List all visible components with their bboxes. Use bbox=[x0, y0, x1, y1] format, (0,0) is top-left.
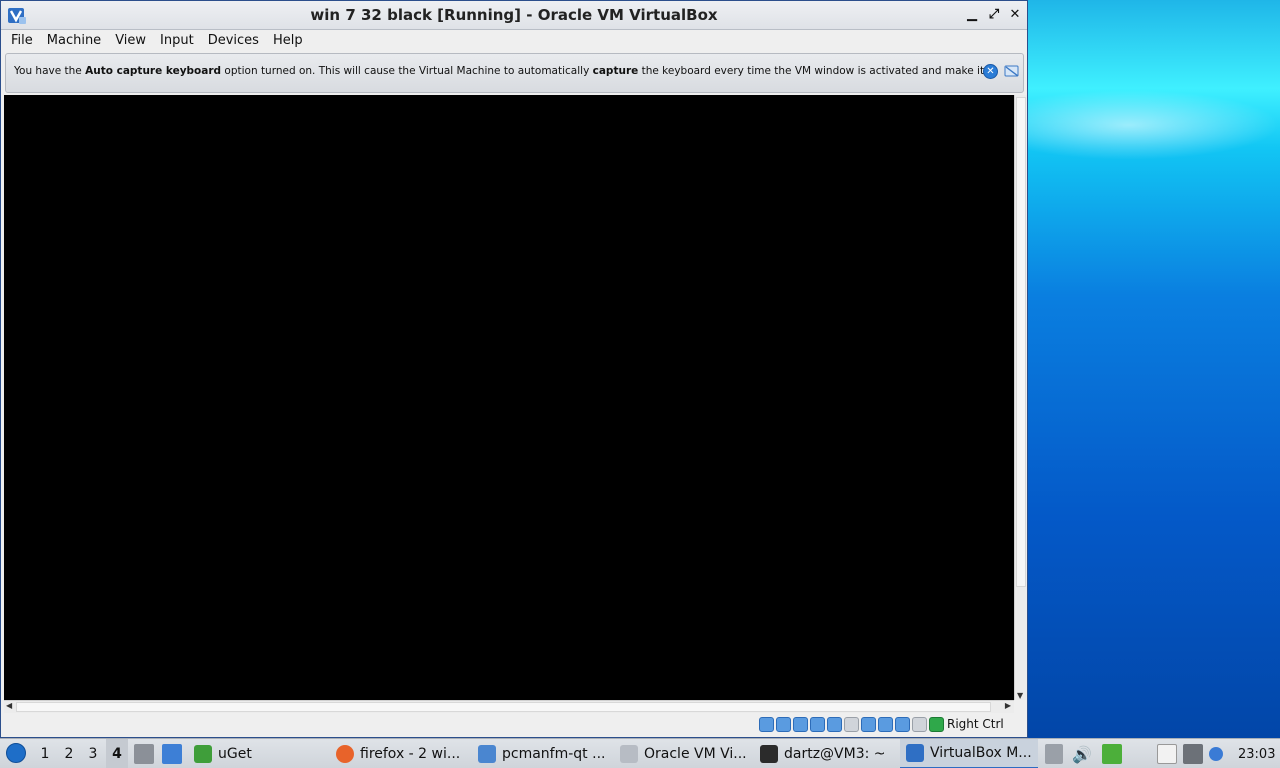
uget-tray-icon[interactable] bbox=[1102, 744, 1122, 764]
desktop-1[interactable]: 1 bbox=[34, 739, 56, 768]
show-desktop-icon[interactable] bbox=[134, 744, 154, 764]
notice-text: You have the Auto capture keyboard optio… bbox=[14, 65, 984, 77]
task-firefox[interactable]: firefox - 2 wi... bbox=[336, 739, 460, 768]
virtualbox-icon bbox=[620, 745, 638, 763]
scroll-down-arrow-icon[interactable]: ▼ bbox=[1017, 691, 1023, 700]
horizontal-scrollbar[interactable]: ◀ ▶ bbox=[4, 700, 1014, 713]
notice-dont-show-icon[interactable] bbox=[1004, 65, 1020, 78]
task-label: VirtualBox M... bbox=[930, 745, 1032, 761]
desktop-wallpaper bbox=[1028, 0, 1280, 738]
menu-view[interactable]: View bbox=[108, 33, 153, 48]
volume-icon[interactable]: 🔊 bbox=[1072, 739, 1092, 768]
taskbar: 1 2 3 4 uGet firefox - 2 wi... pcmanfm-q… bbox=[0, 738, 1280, 768]
notice-middle: option turned on. This will cause the Vi… bbox=[221, 65, 593, 77]
task-oracle-vm[interactable]: Oracle VM Vi... bbox=[620, 739, 747, 768]
vertical-scroll-thumb[interactable] bbox=[1016, 97, 1026, 587]
desktop-2[interactable]: 2 bbox=[58, 739, 80, 768]
clock[interactable]: 23:03 bbox=[1238, 739, 1275, 768]
usb-icon[interactable] bbox=[827, 717, 842, 732]
notice-suffix: the keyboard every time the VM window is… bbox=[638, 65, 985, 77]
task-label: pcmanfm-qt ... bbox=[502, 746, 606, 762]
hard-disk-icon[interactable] bbox=[759, 717, 774, 732]
maximize-button[interactable]: ⤢ bbox=[986, 7, 1002, 23]
desktop-4[interactable]: 4 bbox=[106, 739, 128, 768]
clipboard-icon[interactable] bbox=[1157, 744, 1177, 764]
task-label: Oracle VM Vi... bbox=[644, 746, 747, 762]
horizontal-scroll-thumb[interactable] bbox=[16, 702, 991, 712]
minimize-button[interactable]: ▁ bbox=[964, 7, 980, 23]
host-key-label: Right Ctrl bbox=[947, 717, 1004, 731]
notice-close-icon[interactable]: ✕ bbox=[983, 64, 998, 79]
auto-capture-notice: You have the Auto capture keyboard optio… bbox=[5, 53, 1024, 93]
task-label: dartz@VM3: ~ bbox=[784, 746, 886, 762]
vertical-scrollbar[interactable]: ▼ bbox=[1014, 95, 1027, 700]
start-menu-icon[interactable] bbox=[6, 743, 26, 763]
title-bar[interactable]: win 7 32 black [Running] - Oracle VM Vir… bbox=[1, 1, 1027, 30]
task-terminal[interactable]: dartz@VM3: ~ bbox=[760, 739, 886, 768]
notice-capture: capture bbox=[592, 65, 639, 77]
task-pcmanfm[interactable]: pcmanfm-qt ... bbox=[478, 739, 605, 768]
uget-icon bbox=[194, 745, 212, 763]
menu-devices[interactable]: Devices bbox=[201, 33, 266, 48]
scroll-left-arrow-icon[interactable]: ◀ bbox=[6, 701, 12, 710]
menu-help[interactable]: Help bbox=[266, 33, 310, 48]
menu-input[interactable]: Input bbox=[153, 33, 201, 48]
close-button[interactable]: ✕ bbox=[1007, 7, 1023, 23]
folder-icon bbox=[478, 745, 496, 763]
menu-file[interactable]: File bbox=[1, 33, 40, 48]
notice-prefix: You have the bbox=[14, 65, 86, 77]
network-icon[interactable] bbox=[810, 717, 825, 732]
vm-status-bar: Right Ctrl bbox=[1, 713, 1027, 737]
terminal-icon bbox=[760, 745, 778, 763]
file-manager-launcher-icon[interactable] bbox=[162, 744, 182, 764]
virtualbox-window: win 7 32 black [Running] - Oracle VM Vir… bbox=[0, 0, 1028, 738]
host-key-icon[interactable] bbox=[929, 717, 944, 732]
firefox-icon bbox=[336, 745, 354, 763]
vm-display[interactable] bbox=[4, 95, 1014, 700]
menu-machine[interactable]: Machine bbox=[40, 33, 108, 48]
mouse-integration-icon[interactable] bbox=[895, 717, 910, 732]
menu-bar: File Machine View Input Devices Help bbox=[1, 30, 1027, 51]
display-icon[interactable] bbox=[861, 717, 876, 732]
scroll-right-arrow-icon[interactable]: ▶ bbox=[1005, 701, 1011, 710]
task-uget[interactable]: uGet bbox=[194, 739, 252, 768]
shared-folders-icon[interactable] bbox=[844, 717, 859, 732]
virtualbox-icon bbox=[906, 744, 924, 762]
notice-auto-capture: Auto capture keyboard bbox=[85, 65, 222, 77]
network-tray-icon[interactable] bbox=[1183, 744, 1203, 764]
update-notification-icon[interactable] bbox=[1209, 747, 1223, 761]
desktop-3[interactable]: 3 bbox=[82, 739, 104, 768]
task-label: firefox - 2 wi... bbox=[360, 746, 461, 762]
video-capture-icon[interactable] bbox=[878, 717, 893, 732]
audio-icon[interactable] bbox=[793, 717, 808, 732]
optical-drive-icon[interactable] bbox=[776, 717, 791, 732]
keyboard-icon[interactable] bbox=[912, 717, 927, 732]
tray-toggle-icon[interactable] bbox=[1045, 744, 1063, 764]
window-title: win 7 32 black [Running] - Oracle VM Vir… bbox=[310, 6, 718, 24]
task-label: uGet bbox=[218, 746, 252, 762]
task-virtualbox-machine[interactable]: VirtualBox M... bbox=[900, 739, 1038, 768]
